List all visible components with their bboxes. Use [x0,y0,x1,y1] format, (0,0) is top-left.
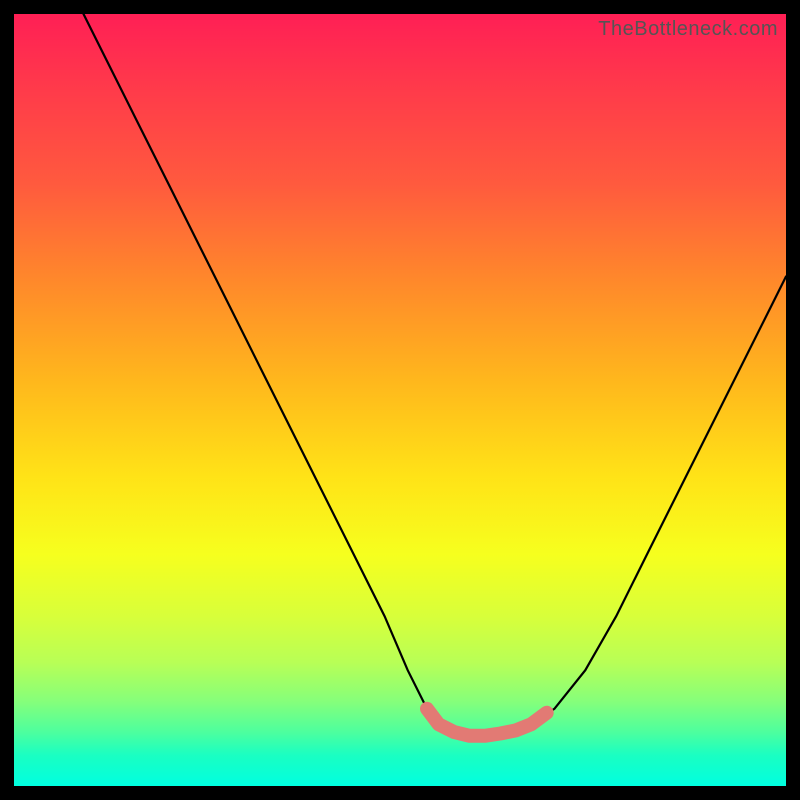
bottleneck-curve-path [84,14,787,736]
highlight-band-path [427,709,547,736]
chart-frame: TheBottleneck.com [0,0,800,800]
plot-area: TheBottleneck.com [14,14,786,786]
bottleneck-curve-svg [14,14,786,786]
